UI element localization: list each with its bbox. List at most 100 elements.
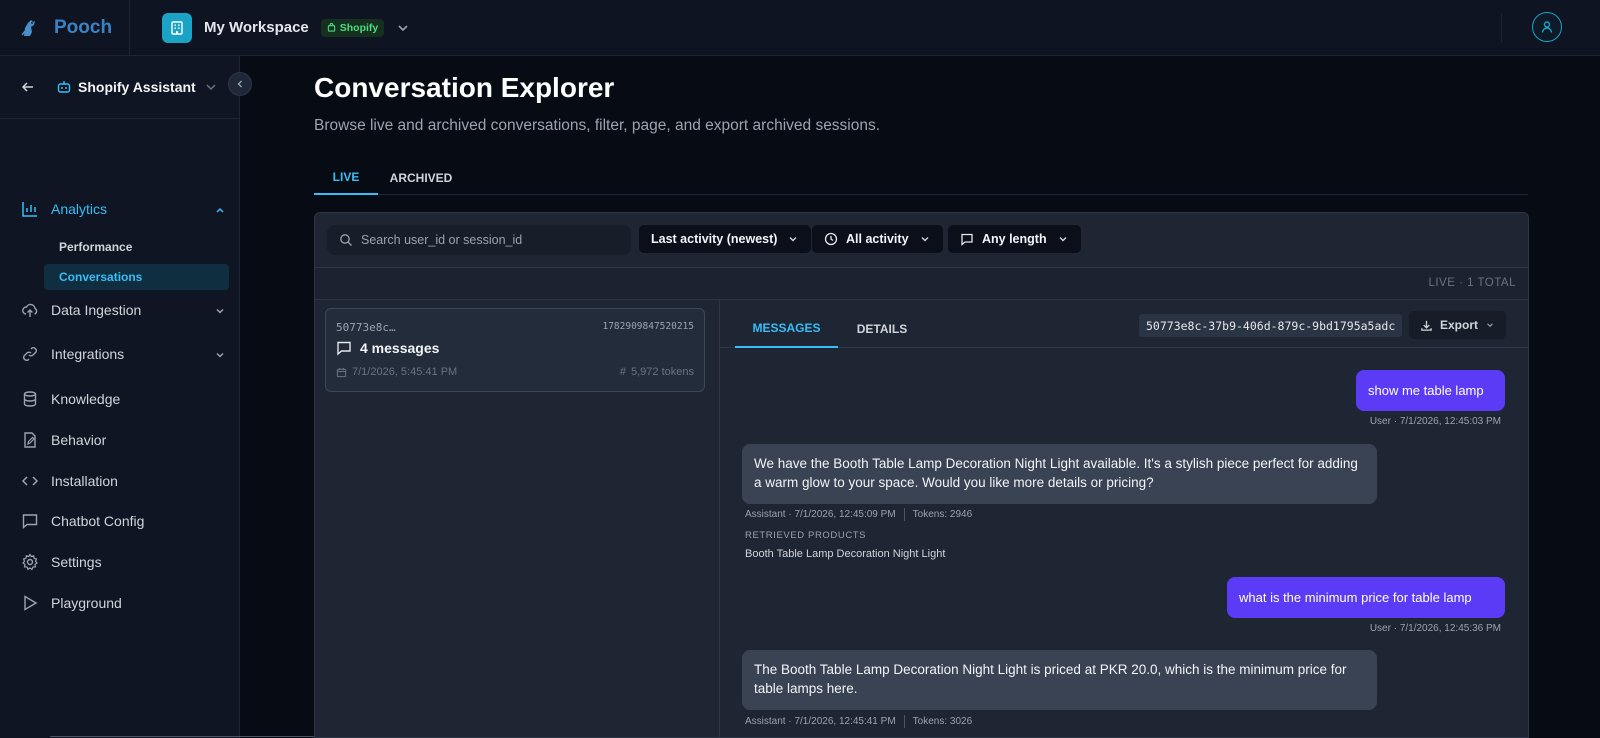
assistant-message-time: Assistant · 7/1/2026, 12:45:41 PM: [745, 716, 896, 727]
shopify-badge-label: Shopify: [339, 21, 379, 34]
sidebar-item-label: Data Ingestion: [51, 302, 142, 318]
calendar-icon: [336, 367, 347, 377]
sidebar-item-analytics[interactable]: Analytics: [20, 194, 230, 224]
assistant-message-meta: Assistant · 7/1/2026, 12:45:09 PM Tokens…: [745, 508, 972, 521]
assistant-message-tokens: Tokens: 3026: [912, 716, 973, 727]
sidebar-item-label: Playground: [51, 595, 122, 611]
code-icon: [20, 471, 40, 491]
messages-count: 4 messages: [360, 340, 440, 356]
tab-messages[interactable]: MESSAGES: [735, 310, 838, 348]
sidebar-item-label: Behavior: [51, 432, 107, 448]
sidebar-item-label: Analytics: [51, 201, 108, 217]
building-icon: [162, 12, 192, 43]
detail-tabs: MESSAGES DETAILS 50773e8c-37b9-406d-879c…: [720, 300, 1528, 348]
scroll-indicator: [50, 736, 350, 737]
dog-logo-icon: [18, 16, 42, 40]
sidebar-item-settings[interactable]: Settings: [20, 547, 230, 577]
assistant-message-meta: Assistant · 7/1/2026, 12:45:41 PM Tokens…: [745, 715, 972, 728]
search-icon: [340, 234, 352, 246]
sidebar-item-knowledge[interactable]: Knowledge: [20, 384, 230, 414]
message-square-icon: [20, 511, 40, 531]
top-bar: Pooch My Workspace Shopify: [0, 0, 1600, 56]
message-square-icon: [337, 341, 351, 356]
chevron-down-icon: [787, 233, 799, 245]
activity-dropdown[interactable]: All activity: [812, 225, 943, 253]
collapse-sidebar-button[interactable]: [228, 72, 252, 96]
user-message-meta: User · 7/1/2026, 12:45:03 PM: [1369, 416, 1501, 427]
arrow-left-icon[interactable]: [20, 79, 36, 95]
chevron-down-icon: [1487, 323, 1493, 328]
user-message-meta: User · 7/1/2026, 12:45:36 PM: [1369, 623, 1501, 634]
activity-label: All activity: [846, 232, 909, 246]
sidebar-item-integrations[interactable]: Integrations: [20, 339, 230, 369]
conversation-date-text: 7/1/2026, 5:45:41 PM: [352, 366, 458, 378]
link-icon: [20, 344, 40, 364]
session-id-short: 50773e8c…: [336, 321, 396, 334]
workspace-name: My Workspace: [204, 19, 309, 36]
file-edit-icon: [20, 430, 40, 450]
sidebar: Shopify Assistant Analytics Performance …: [0, 56, 240, 738]
tab-details[interactable]: DETAILS: [842, 310, 922, 348]
assistant-message: The Booth Table Lamp Decoration Night Li…: [742, 650, 1377, 710]
meta-divider: [903, 715, 905, 728]
tab-live[interactable]: LIVE: [314, 160, 378, 195]
user-message: show me table lamp: [1356, 370, 1505, 411]
message-square-icon: [960, 232, 974, 246]
sidebar-subitem-conversations[interactable]: Conversations: [44, 264, 229, 290]
assistant-message-tokens: Tokens: 2946: [912, 509, 973, 520]
brand[interactable]: Pooch: [0, 0, 130, 55]
assistant-selector[interactable]: Shopify Assistant: [0, 56, 239, 119]
sidebar-item-label: Chatbot Config: [51, 513, 145, 529]
chevron-down-icon: [1057, 233, 1069, 245]
chevron-down-icon[interactable]: [204, 80, 218, 94]
sort-label: Last activity (newest): [651, 232, 778, 246]
retrieved-products-heading: RETRIEVED PRODUCTS: [745, 530, 867, 541]
sidebar-item-behavior[interactable]: Behavior: [20, 425, 230, 455]
shopify-badge: Shopify: [320, 18, 385, 37]
chevron-down-icon: [214, 304, 226, 316]
tab-archived[interactable]: ARCHIVED: [384, 160, 458, 195]
length-dropdown[interactable]: Any length: [948, 225, 1081, 253]
sidebar-item-data-ingestion[interactable]: Data Ingestion: [20, 295, 230, 325]
sidebar-item-chatbot-config[interactable]: Chatbot Config: [20, 506, 230, 536]
page-subtitle: Browse live and archived conversations, …: [314, 117, 881, 134]
sidebar-item-label: Settings: [51, 554, 102, 570]
sidebar-item-label: Installation: [51, 473, 118, 489]
results-summary-bar: LIVE · 1 TOTAL: [315, 268, 1528, 300]
session-id-chip[interactable]: 50773e8c-37b9-406d-879c-9bd1795a5adc: [1139, 314, 1403, 337]
conversation-timestamp: 1782909847520215: [602, 321, 694, 332]
download-icon: [1421, 320, 1432, 331]
clock-icon: [824, 232, 838, 246]
conversation-date: 7/1/2026, 5:45:41 PM: [336, 366, 457, 378]
bot-icon: [56, 79, 72, 95]
chevron-down-icon[interactable]: [396, 21, 410, 35]
bar-chart-icon: [20, 199, 40, 219]
sidebar-subitem-performance[interactable]: Performance: [44, 234, 229, 260]
shopping-bag-icon: [327, 23, 335, 32]
user-profile-button[interactable]: [1532, 12, 1562, 42]
sort-dropdown[interactable]: Last activity (newest): [639, 225, 812, 253]
database-icon: [20, 389, 40, 409]
retrieved-product: Booth Table Lamp Decoration Night Light: [745, 548, 946, 560]
explorer-panel: Search user_id or session_id Last activi…: [314, 212, 1529, 738]
conversation-tokens-text: 5,972 tokens: [631, 366, 694, 378]
filter-bar: Search user_id or session_id Last activi…: [315, 213, 1528, 268]
cloud-upload-icon: [20, 300, 40, 320]
workspace-switcher[interactable]: My Workspace Shopify: [162, 12, 410, 43]
chevron-up-icon: [214, 203, 226, 215]
conversation-detail: MESSAGES DETAILS 50773e8c-37b9-406d-879c…: [720, 300, 1528, 737]
conversation-list: 50773e8c… 1782909847520215 4 messages 7/…: [315, 300, 720, 737]
sidebar-item-label: Knowledge: [51, 391, 121, 407]
sidebar-item-playground[interactable]: Playground: [20, 588, 230, 618]
sidebar-item-installation[interactable]: Installation: [20, 466, 230, 496]
search-input[interactable]: Search user_id or session_id: [327, 225, 631, 255]
app-name: Pooch: [54, 16, 113, 38]
length-label: Any length: [982, 232, 1047, 246]
messages-count-row: 4 messages: [336, 340, 439, 356]
user-icon: [1541, 21, 1553, 33]
gear-icon: [20, 552, 40, 572]
search-placeholder: Search user_id or session_id: [361, 233, 523, 247]
page-title: Conversation Explorer: [314, 72, 615, 103]
export-button[interactable]: Export: [1409, 311, 1506, 339]
conversation-card[interactable]: 50773e8c… 1782909847520215 4 messages 7/…: [325, 308, 705, 392]
